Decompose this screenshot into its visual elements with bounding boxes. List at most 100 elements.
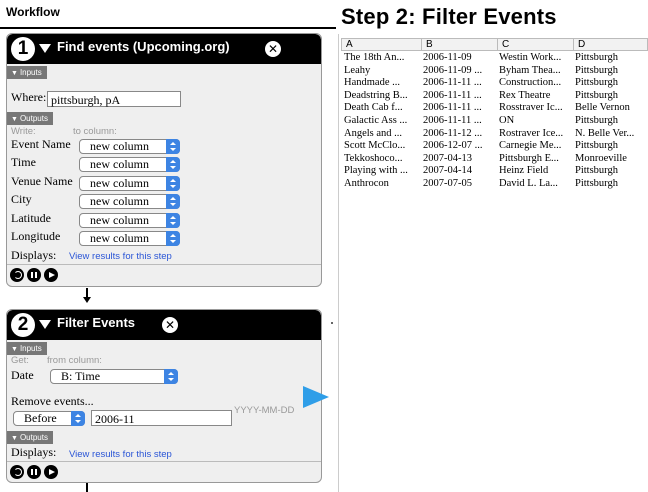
step2-panel: 2 Filter Events ✕ ▼ Inputs Get: from colu…: [6, 309, 322, 483]
table-cell: 2006-11-11 ...: [423, 89, 482, 101]
table-cell: Pittsburgh: [575, 165, 618, 177]
table-cell: Rosstraver Ic...: [499, 102, 563, 114]
where-label: Where:: [11, 90, 47, 104]
step2-header: 2 Filter Events ✕: [7, 310, 321, 340]
output-field-label: Event Name: [11, 137, 71, 151]
play-icon[interactable]: [44, 465, 58, 479]
step1-inputs-toggle[interactable]: ▼ Inputs: [7, 66, 47, 79]
step1-outputs-toggle[interactable]: ▼ Outputs: [7, 112, 53, 125]
cursor-mark: [331, 322, 333, 324]
view-results-link[interactable]: View results for this step: [69, 251, 172, 262]
select-arrows-icon: [166, 157, 180, 172]
table-cell: 2007-04-14: [423, 165, 472, 177]
table-cell: Belle Vernon: [575, 102, 630, 114]
table-cell: 2006-11-09 ...: [423, 64, 483, 76]
table-cell: Carnegie Me...: [499, 140, 562, 152]
table-cell: Rex Theatre: [499, 89, 551, 101]
from-column-label: from column:: [47, 355, 102, 366]
step1-controls: [7, 264, 321, 285]
results-arrow-icon: [303, 386, 329, 408]
step2-outputs-toggle[interactable]: ▼ Outputs: [7, 431, 53, 444]
displays-label: Displays:: [11, 248, 57, 262]
table-cell: Leahy: [344, 64, 371, 76]
date-column-select[interactable]: B: Time: [50, 369, 178, 384]
rewind-icon[interactable]: [10, 268, 24, 282]
table-cell: Handmade ...: [344, 77, 400, 89]
table-cell: Tekkoshoco...: [344, 152, 403, 164]
output-field-label: City: [11, 192, 32, 206]
table-cell: Galactic Ass ...: [344, 115, 408, 126]
step1-number: 1: [11, 37, 35, 61]
table-cell: Pittsburgh: [575, 140, 618, 152]
date-format-hint: YYYY-MM-DD: [234, 405, 295, 416]
close-icon[interactable]: ✕: [162, 317, 178, 333]
results-divider: [338, 34, 339, 492]
table-cell: 2007-07-05: [423, 178, 472, 189]
step1-panel: 1 Find events (Upcoming.org) ✕ ▼ Inputs W…: [6, 33, 322, 287]
table-cell: David L. La...: [499, 178, 558, 189]
rewind-icon[interactable]: [10, 465, 24, 479]
table-cell: Anthrocon: [344, 178, 389, 189]
workflow-title: Workflow: [6, 5, 60, 19]
chevron-down-icon: ▼: [11, 116, 18, 123]
chevron-down-icon: ▼: [11, 435, 18, 442]
view-results-link[interactable]: View results for this step: [69, 449, 172, 460]
table-cell: N. Belle Ver...: [575, 127, 635, 139]
table-cell: Death Cab f...: [344, 102, 403, 114]
date-input[interactable]: 2006-11: [91, 410, 232, 426]
table-cell: 2006-12-07 ...: [423, 140, 483, 152]
output-column-select[interactable]: new column: [79, 194, 180, 209]
column-header[interactable]: D: [573, 39, 648, 51]
remove-events-label: Remove events...: [11, 394, 94, 408]
output-column-select[interactable]: new column: [79, 176, 180, 191]
collapse-triangle-icon[interactable]: [39, 44, 51, 53]
table-cell: Pittsburgh: [575, 178, 618, 189]
collapse-triangle-icon[interactable]: [39, 320, 51, 329]
table-cell: Heinz Field: [499, 165, 549, 177]
write-label: Write:: [11, 126, 36, 137]
column-header[interactable]: B: [421, 39, 497, 51]
column-header[interactable]: A: [342, 39, 421, 51]
step1-title: Find events (Upcoming.org): [57, 39, 230, 54]
table-cell: Byham Thea...: [499, 64, 561, 76]
table-cell: ON: [499, 115, 515, 126]
pause-icon[interactable]: [27, 465, 41, 479]
output-column-select[interactable]: new column: [79, 231, 180, 246]
column-header[interactable]: C: [497, 39, 573, 51]
table-cell: Construction...: [499, 77, 562, 89]
select-arrows-icon: [166, 231, 180, 246]
output-field-label: Latitude: [11, 211, 51, 225]
pause-icon[interactable]: [27, 268, 41, 282]
chevron-down-icon: ▼: [11, 346, 18, 353]
table-cell: Angels and ...: [344, 127, 403, 139]
output-field-label: Venue Name: [11, 174, 73, 188]
table-cell: Scott McClo...: [344, 140, 406, 152]
where-input[interactable]: pittsburgh, pA: [47, 91, 181, 107]
workflow-divider: [0, 27, 336, 29]
table-cell: Pittsburgh: [575, 52, 618, 63]
displays-label: Displays:: [11, 445, 57, 459]
select-arrows-icon: [166, 194, 180, 209]
table-cell: 2007-04-13: [423, 152, 472, 164]
table-cell: 2006-11-11 ...: [423, 77, 482, 89]
get-label: Get:: [11, 355, 29, 366]
table-cell: Rostraver Ice...: [499, 127, 564, 139]
output-column-select[interactable]: new column: [79, 157, 180, 172]
table-cell: 2006-11-12 ...: [423, 127, 483, 139]
output-column-select[interactable]: new column: [79, 213, 180, 228]
output-title: Step 2: Filter Events: [341, 4, 557, 29]
step2-inputs-toggle[interactable]: ▼ Inputs: [7, 342, 47, 355]
chevron-down-icon: ▼: [11, 70, 18, 77]
table-cell: The 18th An...: [344, 52, 405, 63]
step2-controls: [7, 461, 321, 482]
before-select[interactable]: Before: [13, 411, 85, 426]
output-field-label: Time: [11, 155, 36, 169]
play-icon[interactable]: [44, 268, 58, 282]
table-cell: Monroeville: [575, 152, 627, 164]
close-icon[interactable]: ✕: [265, 41, 281, 57]
output-column-select[interactable]: new column: [79, 139, 180, 154]
table-cell: 2006-11-09: [423, 52, 472, 63]
table-cell: Pittsburgh E...: [499, 152, 559, 164]
table-cell: 2006-11-11 ...: [423, 102, 482, 114]
table-cell: Pittsburgh: [575, 77, 618, 89]
